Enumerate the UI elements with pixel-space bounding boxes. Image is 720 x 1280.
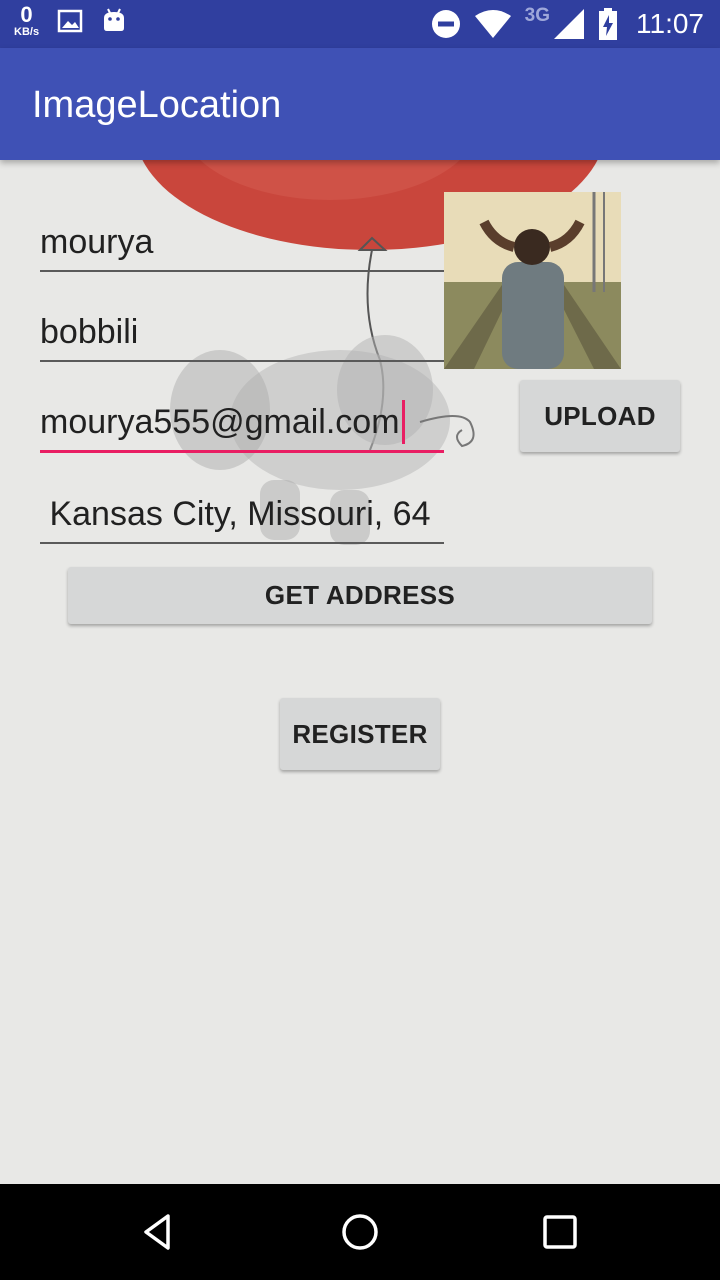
- city-field[interactable]: bobbili: [40, 310, 444, 362]
- name-field[interactable]: mourya: [40, 220, 444, 272]
- navigation-bar: [0, 1184, 720, 1280]
- email-field[interactable]: mourya555@gmail.com: [40, 400, 444, 453]
- home-icon[interactable]: [336, 1208, 384, 1256]
- upload-button[interactable]: UPLOAD: [520, 380, 680, 452]
- profile-photo[interactable]: [444, 192, 621, 369]
- status-clock: 11:07: [636, 8, 704, 39]
- app-title: ImageLocation: [32, 84, 282, 126]
- app-bar: ImageLocation: [0, 48, 720, 160]
- signal-icon: [554, 9, 584, 39]
- data-rate-value: 0: [20, 2, 33, 27]
- status-bar: 0 KB/s 3G 11:07: [0, 0, 720, 48]
- register-button[interactable]: REGISTER: [280, 698, 440, 770]
- text-caret: [401, 400, 405, 444]
- wifi-icon: [474, 10, 511, 38]
- battery-charging-icon: [599, 8, 617, 40]
- back-icon[interactable]: [136, 1208, 184, 1256]
- email-field-value: mourya555@gmail.com: [40, 403, 400, 441]
- address-field[interactable]: Kansas City, Missouri, 64: [40, 492, 444, 544]
- gallery-icon: [57, 9, 83, 33]
- get-address-button[interactable]: GET ADDRESS: [68, 567, 652, 624]
- main-content: mourya bobbili mourya555@gmail.com Kansa…: [0, 160, 720, 1184]
- network-type: 3G: [524, 5, 550, 26]
- address-field-value: Kansas City, Missouri, 64: [40, 495, 431, 533]
- android-icon: [104, 8, 125, 31]
- city-field-value: bobbili: [40, 313, 139, 351]
- data-rate-unit: KB/s: [14, 26, 40, 38]
- name-field-value: mourya: [40, 223, 154, 261]
- data-rate-indicator: 0 KB/s: [14, 4, 39, 38]
- do-not-disturb-icon: [431, 10, 460, 38]
- recents-icon[interactable]: [536, 1208, 584, 1256]
